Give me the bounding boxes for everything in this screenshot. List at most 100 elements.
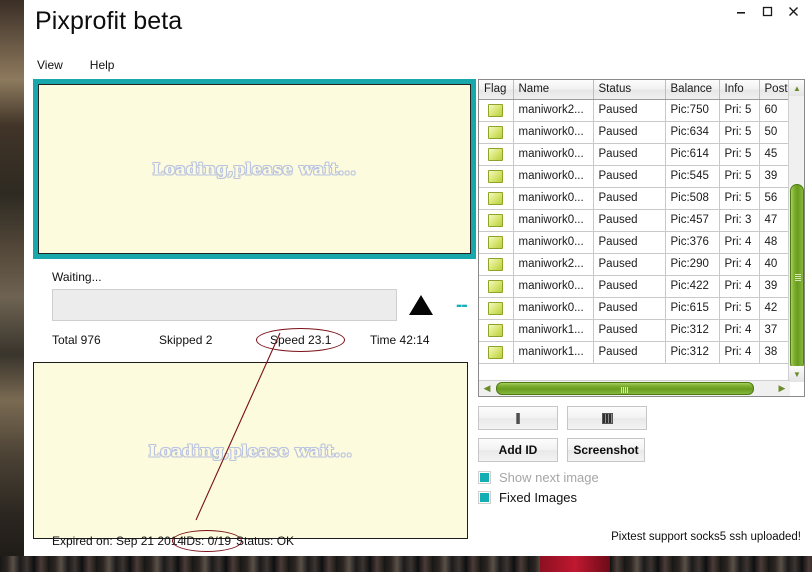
page-title: Pixprofit beta	[35, 7, 183, 35]
cell-status: Paused	[593, 297, 666, 320]
cell-balance: Pic:750	[665, 99, 720, 122]
cell-status: Paused	[593, 319, 666, 342]
cell-info: Pri: 3	[719, 209, 760, 232]
checkbox-icon[interactable]	[478, 471, 491, 484]
menu-item-help[interactable]: Help	[87, 57, 118, 73]
cell-balance: Pic:376	[665, 231, 720, 254]
column-header-info[interactable]: Info	[719, 80, 760, 100]
triangle-up-icon[interactable]	[409, 295, 433, 315]
cell-name: maniwork0...	[513, 209, 594, 232]
vertical-scroll-thumb[interactable]	[790, 184, 804, 370]
cell-balance: Pic:312	[665, 319, 720, 342]
add-id-button[interactable]: Add ID	[478, 438, 558, 462]
flag-chip-icon	[488, 147, 504, 161]
scroll-left-icon[interactable]: ◀	[479, 381, 495, 396]
cell-posted: 45	[759, 143, 791, 166]
cell-name: maniwork0...	[513, 165, 594, 188]
column-header-posted[interactable]: Poste	[759, 80, 791, 100]
progress-bar	[52, 289, 397, 321]
cell-name: maniwork0...	[513, 297, 594, 320]
desktop-wallpaper-left	[0, 0, 24, 572]
table-row[interactable]: maniwork1... Paused Pic:312 Pri: 4 37	[479, 319, 791, 342]
table-row[interactable]: maniwork0... Paused Pic:615 Pri: 5 42	[479, 297, 791, 320]
cell-flag	[479, 209, 514, 232]
accounts-grid[interactable]: Flag Name Status Balance Info Poste mani…	[478, 79, 805, 397]
cell-status: Paused	[593, 231, 666, 254]
pause-icon	[516, 412, 520, 424]
flag-chip-icon	[488, 235, 504, 249]
cell-flag	[479, 187, 514, 210]
table-row[interactable]: maniwork0... Paused Pic:614 Pri: 5 45	[479, 143, 791, 166]
scroll-grip-icon	[795, 273, 801, 281]
cell-balance: Pic:422	[665, 275, 720, 298]
table-row[interactable]: maniwork1... Paused Pic:312 Pri: 4 38	[479, 341, 791, 364]
action-buttons-panel: Add ID Screenshot Show next image Fixed …	[478, 406, 805, 505]
cell-flag	[479, 143, 514, 166]
scroll-right-icon[interactable]: ▶	[774, 381, 790, 396]
cell-info: Pri: 5	[719, 165, 760, 188]
cell-info: Pri: 5	[719, 297, 760, 320]
cell-name: maniwork0...	[513, 231, 594, 254]
cell-balance: Pic:457	[665, 209, 720, 232]
table-row[interactable]: maniwork2... Paused Pic:290 Pri: 4 40	[479, 253, 791, 276]
grid-vertical-scrollbar[interactable]: ▲ ▼	[788, 80, 804, 382]
cell-balance: Pic:545	[665, 165, 720, 188]
cell-status: Paused	[593, 143, 666, 166]
table-body: maniwork2... Paused Pic:750 Pri: 5 60 maniwor…	[479, 99, 791, 364]
table-row[interactable]: maniwork0... Paused Pic:376 Pri: 4 48	[479, 231, 791, 254]
table-row[interactable]: maniwork0... Paused Pic:508 Pri: 5 56	[479, 187, 791, 210]
checkbox-show-next-image[interactable]: Show next image	[478, 470, 805, 485]
stop-icon	[601, 412, 613, 424]
bottom-status-bar: Expired on: Sep 21 2014 IDs: 0/19 Status…	[33, 530, 478, 552]
table-row[interactable]: maniwork0... Paused Pic:634 Pri: 5 50	[479, 121, 791, 144]
cell-status: Paused	[593, 341, 666, 364]
scroll-up-icon[interactable]: ▲	[789, 80, 804, 96]
table-row[interactable]: maniwork0... Paused Pic:545 Pri: 5 39	[479, 165, 791, 188]
stop-button[interactable]	[567, 406, 647, 430]
progress-row: --	[33, 289, 478, 321]
cell-info: Pri: 5	[719, 99, 760, 122]
cell-status: Paused	[593, 275, 666, 298]
image-preview-top-canvas: Loading,please wait...	[38, 84, 471, 254]
cell-info: Pri: 4	[719, 253, 760, 276]
column-header-name[interactable]: Name	[513, 80, 594, 100]
menu-item-view[interactable]: View	[34, 57, 66, 73]
cell-flag	[479, 231, 514, 254]
table-row[interactable]: maniwork0... Paused Pic:422 Pri: 4 39	[479, 275, 791, 298]
pause-button[interactable]	[478, 406, 558, 430]
cell-posted: 39	[759, 275, 791, 298]
close-icon[interactable]	[780, 0, 806, 22]
cell-flag	[479, 319, 514, 342]
checkbox-icon[interactable]	[478, 491, 491, 504]
column-header-balance[interactable]: Balance	[665, 80, 720, 100]
cell-name: maniwork2...	[513, 253, 594, 276]
cell-status: Paused	[593, 99, 666, 122]
cell-flag	[479, 341, 514, 364]
minimize-icon[interactable]	[728, 0, 754, 22]
scroll-down-icon[interactable]: ▼	[789, 366, 804, 382]
cell-balance: Pic:312	[665, 341, 720, 364]
cell-info: Pri: 4	[719, 275, 760, 298]
accounts-table: Flag Name Status Balance Info Poste mani…	[479, 80, 791, 364]
window-controls	[728, 0, 806, 22]
horizontal-scroll-thumb[interactable]	[496, 382, 754, 395]
screenshot-button[interactable]: Screenshot	[567, 438, 645, 462]
cell-flag	[479, 121, 514, 144]
table-row[interactable]: maniwork0... Paused Pic:457 Pri: 3 47	[479, 209, 791, 232]
column-header-flag[interactable]: Flag	[479, 80, 514, 100]
cell-flag	[479, 165, 514, 188]
flag-chip-icon	[488, 279, 504, 293]
cell-info: Pri: 5	[719, 121, 760, 144]
table-row[interactable]: maniwork2... Paused Pic:750 Pri: 5 60	[479, 99, 791, 122]
maximize-icon[interactable]	[754, 0, 780, 22]
image-preview-bottom[interactable]: Loading,please wait...	[33, 362, 468, 539]
cell-name: maniwork1...	[513, 319, 594, 342]
grid-horizontal-scrollbar[interactable]: ◀ ▶	[479, 380, 790, 396]
checkbox-fixed-images[interactable]: Fixed Images	[478, 490, 805, 505]
flag-chip-icon	[488, 345, 504, 359]
image-preview-top[interactable]: Loading,please wait...	[33, 79, 476, 259]
counters-row: Total 976 Skipped 2 Speed 23.1 Time 42:1…	[33, 328, 478, 352]
flag-chip-icon	[488, 257, 504, 271]
cell-posted: 60	[759, 99, 791, 122]
column-header-status[interactable]: Status	[593, 80, 666, 100]
